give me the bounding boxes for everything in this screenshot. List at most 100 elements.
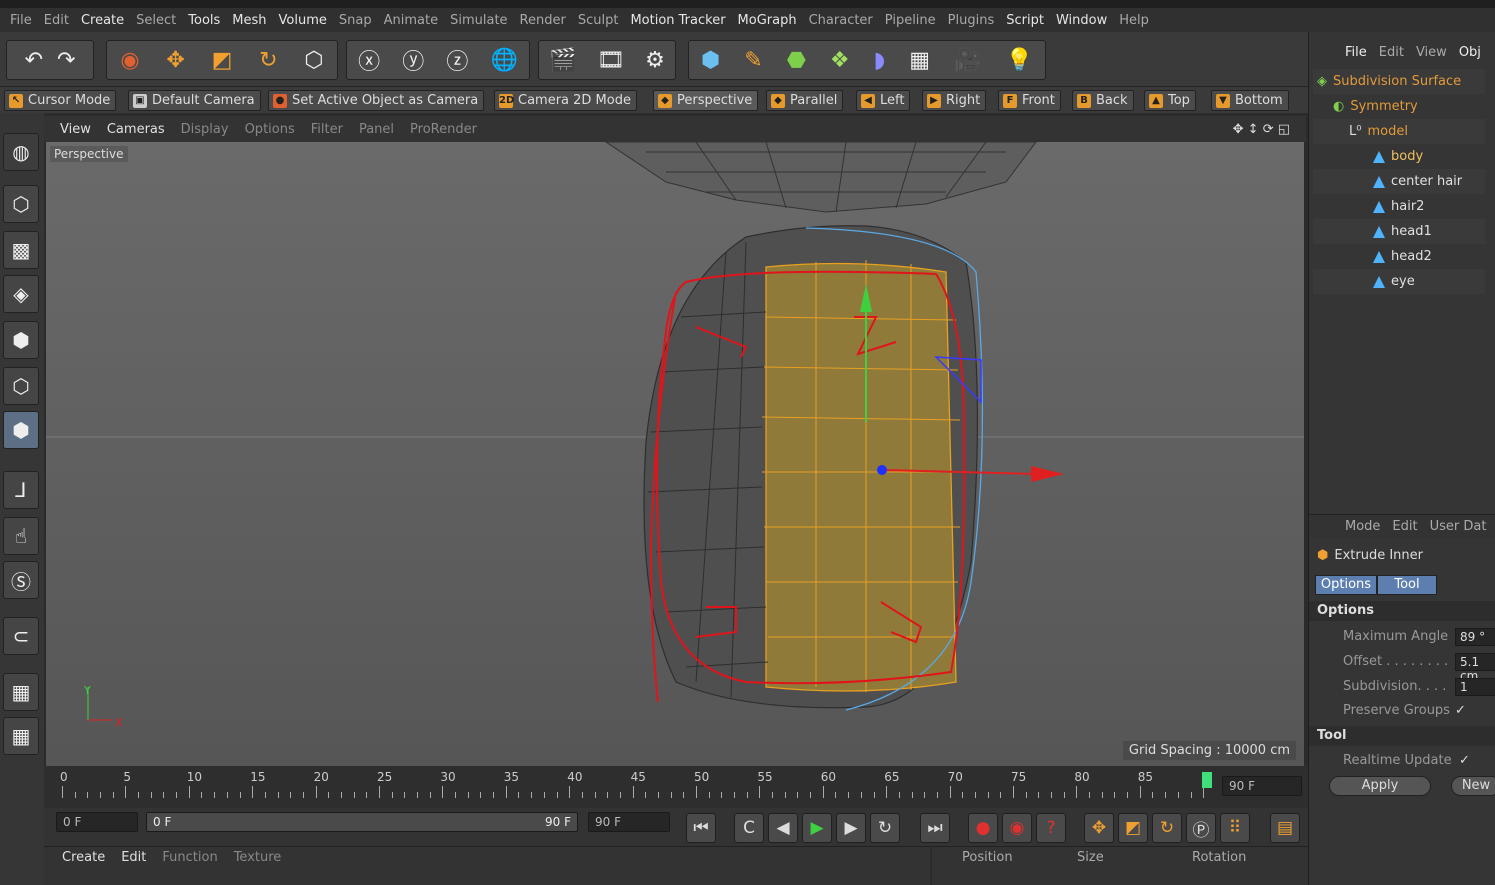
menu-select[interactable]: Select: [130, 13, 182, 28]
objmgr-menu-objects[interactable]: Obj: [1453, 45, 1487, 60]
key-point-level-icon[interactable]: ⠿: [1220, 813, 1250, 843]
keyframe-selection-icon[interactable]: ?: [1036, 813, 1066, 843]
apply-button[interactable]: Apply: [1329, 776, 1431, 796]
next-frame-icon[interactable]: ▶: [836, 813, 866, 843]
key-rotation-icon[interactable]: ↻: [1152, 813, 1182, 843]
key-position-icon[interactable]: ✥: [1084, 813, 1114, 843]
tool-section-header[interactable]: Tool: [1309, 726, 1495, 746]
current-frame-marker[interactable]: [1202, 772, 1212, 788]
menu-simulate[interactable]: Simulate: [444, 13, 513, 28]
redo-icon[interactable]: ↷: [57, 48, 75, 73]
menu-tools[interactable]: Tools: [182, 13, 226, 28]
object-eye[interactable]: eye: [1313, 269, 1485, 294]
tab-tool[interactable]: Tool: [1377, 575, 1437, 595]
back-view-button[interactable]: B Back: [1072, 90, 1134, 111]
viewport-menu-display[interactable]: Display: [173, 122, 237, 137]
tab-options[interactable]: Options: [1315, 575, 1377, 595]
offset-field[interactable]: 5.1 cm: [1455, 653, 1495, 683]
menu-window[interactable]: Window: [1050, 13, 1113, 28]
camera-icon[interactable]: 🎥: [954, 48, 981, 73]
attr-menu-userdata[interactable]: User Dat: [1424, 519, 1493, 534]
set-active-camera-button[interactable]: ● Set Active Object as Camera: [268, 90, 485, 111]
cursor-mode-button[interactable]: ↖ Cursor Mode: [4, 90, 117, 111]
tweak-mode-icon[interactable]: ☝: [3, 517, 39, 555]
viewport-menu-view[interactable]: View: [52, 122, 99, 137]
perspective-button[interactable]: ◆ Perspective: [653, 90, 759, 111]
polygons-mode-icon[interactable]: ⬢: [3, 411, 39, 449]
subdivision-icon[interactable]: ⬣: [787, 48, 806, 73]
live-select-icon[interactable]: ◉: [120, 48, 139, 73]
recent-tool-icon[interactable]: ⬡: [304, 48, 323, 73]
top-view-button[interactable]: ▲ Top: [1144, 90, 1196, 111]
default-camera-button[interactable]: ▣ Default Camera: [128, 90, 261, 111]
render-picture-viewer-icon[interactable]: 🎞: [597, 48, 625, 73]
goto-end-icon[interactable]: ⏭: [920, 813, 950, 843]
render-settings-icon[interactable]: ⚙: [645, 48, 665, 73]
material-menu-edit[interactable]: Edit: [113, 850, 154, 865]
parallel-button[interactable]: ◆ Parallel: [766, 90, 844, 111]
menu-create[interactable]: Create: [75, 13, 130, 28]
menu-edit[interactable]: Edit: [38, 13, 75, 28]
play-icon[interactable]: ▶: [802, 813, 832, 843]
start-frame-field[interactable]: 0 F: [56, 812, 138, 832]
light-icon[interactable]: 💡: [1006, 48, 1033, 73]
front-view-button[interactable]: F Front: [998, 90, 1061, 111]
left-view-button[interactable]: ◀ Left: [856, 90, 911, 111]
menu-plugins[interactable]: Plugins: [942, 13, 1001, 28]
y-axis-icon[interactable]: ⓨ: [402, 44, 424, 76]
texture-mode-icon[interactable]: ▩: [3, 231, 39, 269]
preserve-groups-checkbox[interactable]: ✓: [1455, 703, 1466, 718]
axis-mode-icon[interactable]: ⅃: [3, 471, 39, 509]
render-view-icon[interactable]: 🎬: [549, 48, 576, 73]
points-mode-icon[interactable]: ⬢: [3, 321, 39, 359]
subdivision-field[interactable]: 1: [1455, 678, 1495, 696]
snap-icon[interactable]: ⊂: [3, 617, 39, 655]
3d-viewport[interactable]: Y X Perspective Grid Spacing : 10000 cm: [46, 142, 1304, 766]
scale-icon[interactable]: ◩: [212, 48, 233, 73]
viewport-navigation-icons[interactable]: ✥ ↕ ⟳ ◱: [1225, 122, 1298, 137]
object-center-hair[interactable]: center hair: [1313, 169, 1485, 194]
floor-icon[interactable]: ▦: [909, 48, 930, 73]
previous-key-icon[interactable]: C: [734, 813, 764, 843]
cube-icon[interactable]: ⬢: [701, 48, 720, 73]
world-coordinates-icon[interactable]: 🌐: [490, 48, 517, 73]
key-parameter-icon[interactable]: Ⓟ: [1186, 813, 1216, 843]
object-symmetry[interactable]: ◐ Symmetry: [1313, 94, 1485, 119]
timeline-ruler[interactable]: 0 5 10 15 20 25 30 35 40 45 50 55 60 65 70 75 80 85 90 F: [44, 766, 1308, 808]
workplane-mode-icon[interactable]: ◈: [3, 275, 39, 313]
menu-volume[interactable]: Volume: [273, 13, 333, 28]
menu-help[interactable]: Help: [1113, 13, 1155, 28]
object-subdivision-surface[interactable]: ◈ Subdivision Surface: [1313, 69, 1485, 94]
end-frame-field[interactable]: 90 F: [1222, 776, 1302, 796]
end-frame-field[interactable]: 90 F: [588, 812, 670, 832]
array-icon[interactable]: ❖: [830, 48, 850, 73]
object-hair2[interactable]: hair2: [1313, 194, 1485, 219]
objmgr-menu-view[interactable]: View: [1410, 45, 1453, 60]
undo-icon[interactable]: ↶: [25, 48, 43, 73]
menu-snap[interactable]: Snap: [333, 13, 378, 28]
object-model[interactable]: L⁰ model: [1313, 119, 1485, 144]
object-head2[interactable]: head2: [1313, 244, 1485, 269]
material-menu-create[interactable]: Create: [54, 850, 113, 865]
make-editable-icon[interactable]: ◍: [3, 133, 39, 171]
menu-file[interactable]: File: [4, 13, 38, 28]
key-scale-icon[interactable]: ◩: [1118, 813, 1148, 843]
attr-menu-mode[interactable]: Mode: [1339, 519, 1386, 534]
object-body[interactable]: body: [1313, 144, 1485, 169]
viewport-menu-panel[interactable]: Panel: [351, 122, 402, 137]
new-transform-button[interactable]: New: [1451, 776, 1495, 796]
viewport-menu-cameras[interactable]: Cameras: [99, 122, 173, 137]
edges-mode-icon[interactable]: ⬡: [3, 367, 39, 405]
objmgr-menu-file[interactable]: File: [1339, 45, 1373, 60]
rotate-icon[interactable]: ↻: [259, 48, 277, 73]
camera-2d-button[interactable]: 2D Camera 2D Mode: [494, 90, 637, 111]
frame-range-slider[interactable]: 0 F 90 F: [146, 812, 578, 832]
right-view-button[interactable]: ▶ Right: [922, 90, 987, 111]
attr-menu-edit[interactable]: Edit: [1386, 519, 1423, 534]
menu-mograph[interactable]: MoGraph: [732, 13, 803, 28]
viewport-menu-prorender[interactable]: ProRender: [402, 122, 485, 137]
menu-sculpt[interactable]: Sculpt: [572, 13, 625, 28]
workplane-lock-icon[interactable]: ▦: [3, 673, 39, 711]
goto-start-icon[interactable]: ⏮: [686, 813, 716, 843]
solo-mode-icon[interactable]: Ⓢ: [3, 561, 39, 599]
